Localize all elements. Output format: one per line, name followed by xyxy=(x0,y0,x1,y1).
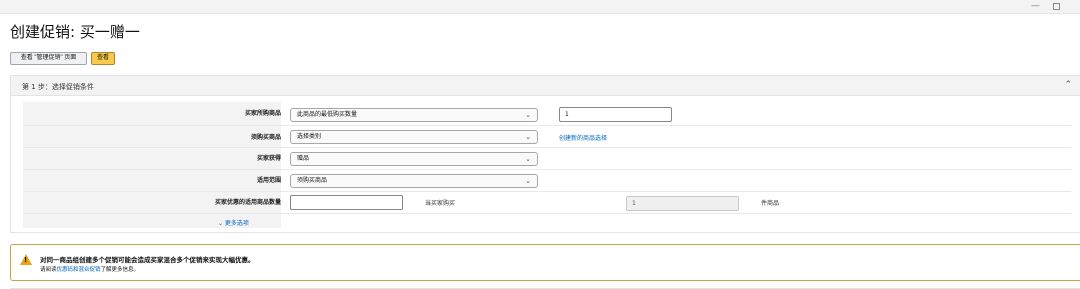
section-header[interactable]: 第 1 步：选择促销条件 ⌃ xyxy=(11,76,1080,96)
promotion-conditions-section: 第 1 步：选择促销条件 ⌃ 买家所购商品 此商品的最低购买数量 ⌄ 1 须购买… xyxy=(10,75,1080,233)
select-value: 须购买商品 xyxy=(297,177,328,184)
alert-body-suffix: 了解更多信息。 xyxy=(100,267,140,273)
alert-body-prefix: 请阅读 xyxy=(40,267,57,273)
window-titlebar: — xyxy=(0,0,1080,14)
discount-quantity-label: 买家优惠的适用商品数量 xyxy=(214,199,281,206)
view-button[interactable]: 查看 xyxy=(91,52,115,65)
warning-icon: ! xyxy=(20,254,32,265)
buyer-purchases-label: 买家所购商品 xyxy=(244,110,281,117)
chevron-down-icon: ⌄ xyxy=(525,177,531,185)
maximize-button[interactable] xyxy=(1053,3,1060,10)
label-column xyxy=(23,102,281,228)
alert-body: 请阅读优惠码和混合促销了解更多信息。 xyxy=(40,265,139,273)
when-buyer-buys-text: 当买家购买 xyxy=(425,200,456,207)
row-divider xyxy=(23,147,1071,148)
section-title: 第 1 步：选择促销条件 xyxy=(22,83,94,91)
applies-to-select[interactable]: 须购买商品 ⌄ xyxy=(290,174,538,188)
more-options-link[interactable]: ⌄ 更多选项 xyxy=(218,218,249,227)
row-divider xyxy=(23,213,1071,214)
page-title: 创建促销: 买一赠一 xyxy=(10,23,140,41)
coupon-stacking-link[interactable]: 优惠码和混合促销 xyxy=(57,267,101,273)
chevron-down-icon: ⌄ xyxy=(525,155,531,163)
select-value: 此商品的最低购买数量 xyxy=(297,111,358,118)
applies-to-label: 适用范围 xyxy=(256,177,281,184)
buyer-purchases-select[interactable]: 此商品的最低购买数量 ⌄ xyxy=(290,108,538,122)
view-manage-promotions-button[interactable]: 查看 "管理促销" 页面 xyxy=(10,52,87,65)
create-product-selection-link[interactable]: 创建新的商品选择 xyxy=(559,133,607,142)
buyer-gets-select[interactable]: 赠品 ⌄ xyxy=(290,152,538,166)
required-product-select[interactable]: 选择类别 ⌄ xyxy=(290,130,538,144)
min-quantity-input[interactable]: 1 xyxy=(559,107,672,122)
row-divider xyxy=(23,191,1071,192)
select-value: 赠品 xyxy=(297,155,310,162)
items-suffix-text: 件商品 xyxy=(761,200,780,207)
discount-quantity-input[interactable] xyxy=(290,195,403,210)
select-value: 选择类别 xyxy=(297,133,322,140)
chevron-down-icon: ⌄ xyxy=(525,133,531,141)
required-product-label: 须购买商品 xyxy=(250,134,281,141)
multi-promotion-warning: ! 对同一商品组创建多个促销可能会造成买家混合多个促销来实现大幅优惠。 请阅读优… xyxy=(10,244,1080,281)
chevron-down-icon: ⌄ xyxy=(525,111,531,119)
row-divider xyxy=(23,125,1071,126)
row-divider xyxy=(23,169,1071,170)
conditions-form: 买家所购商品 此商品的最低购买数量 ⌄ 1 须购买商品 选择类别 ⌄ 创建新的商… xyxy=(23,102,1071,228)
buyer-gets-label: 买家获得 xyxy=(256,155,281,162)
alert-title: 对同一商品组创建多个促销可能会造成买家混合多个促销来实现大幅优惠。 xyxy=(40,256,255,264)
buy-quantity-readonly: 1 xyxy=(626,196,739,211)
minimize-button[interactable]: — xyxy=(1031,0,1040,12)
chevron-up-icon[interactable]: ⌃ xyxy=(1064,80,1072,90)
